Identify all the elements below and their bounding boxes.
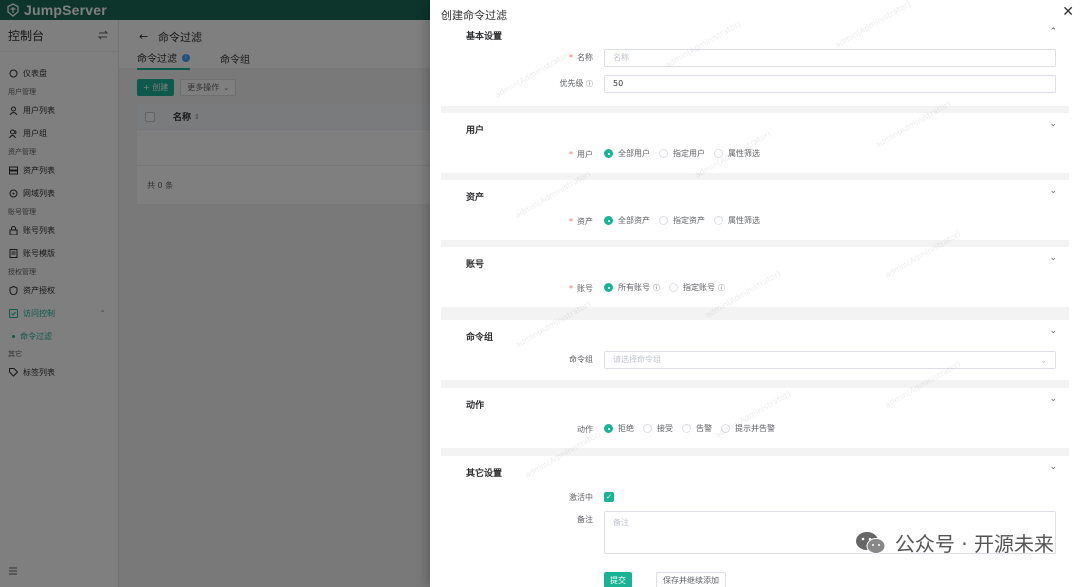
section-asset: 资产 ⌄ * 资产 全部资产 指定资产 属性筛选 (441, 180, 1069, 240)
action-radio-group: 拒绝 接受 告警 提示并告警 (604, 423, 784, 434)
section-user: 用户 ⌄ * 用户 全部用户 指定用户 属性筛选 (441, 113, 1069, 173)
form-row-asset: * 资产 全部资产 指定资产 属性筛选 (441, 213, 1069, 231)
wechat-icon (855, 530, 887, 556)
radio-specific-assets[interactable]: 指定资产 (659, 215, 705, 226)
submit-button[interactable]: 提交 (604, 572, 632, 587)
close-icon[interactable]: ✕ (1062, 4, 1074, 20)
field-label: * 用户 (569, 150, 593, 159)
field-label: * 账号 (569, 284, 593, 293)
form-row-command-group: 命令组 请选择命令组 ⌄ (441, 351, 1069, 369)
help-icon: ⓘ (586, 80, 593, 88)
create-command-filter-drawer: 创建命令过滤 ✕ 基本设置 ⌃ * 名称 名称 优先级 ⓘ 50 用户 ⌄ * 用户… (430, 0, 1080, 587)
field-label: 动作 (577, 425, 593, 434)
form-row-account: * 账号 所有账号 ⓘ 指定账号 ⓘ (441, 280, 1069, 298)
modal-overlay[interactable] (0, 0, 430, 587)
chevron-down-icon: ⌄ (1040, 356, 1047, 365)
chevron-down-icon[interactable]: ⌄ (1049, 186, 1057, 196)
radio-attr-filter-assets[interactable]: 属性筛选 (714, 215, 760, 226)
section-command-group: 命令组 ⌄ 命令组 请选择命令组 ⌄ (441, 320, 1069, 380)
radio-prompt-and-warn[interactable]: 提示并告警 (721, 423, 775, 434)
section-title: 用户 (466, 126, 485, 136)
field-label: 命令组 (569, 355, 593, 364)
wechat-watermark: 公众号 · 开源未来 (855, 528, 1054, 557)
name-input[interactable]: 名称 (604, 49, 1056, 67)
command-group-select[interactable]: 请选择命令组 ⌄ (604, 351, 1056, 369)
drawer-body: 基本设置 ⌃ * 名称 名称 优先级 ⓘ 50 用户 ⌄ * 用户 全部用户 指定用… (441, 26, 1069, 587)
section-title: 账号 (466, 260, 485, 270)
radio-specific-users[interactable]: 指定用户 (659, 148, 705, 159)
section-other: 其它设置 ⌄ 激活中 ✓ 备注 备注 提交 保存并继续添加 (441, 456, 1069, 587)
asset-radio-group: 全部资产 指定资产 属性筛选 (604, 215, 769, 226)
form-row-action: 动作 拒绝 接受 告警 提示并告警 (441, 421, 1069, 439)
drawer-title: 创建命令过滤 (441, 9, 507, 22)
radio-attr-filter-users[interactable]: 属性筛选 (714, 148, 760, 159)
chevron-up-icon[interactable]: ⌃ (1049, 27, 1057, 37)
section-title: 资产 (466, 193, 485, 203)
radio-all-assets[interactable]: 全部资产 (604, 215, 650, 226)
field-label: * 资产 (569, 217, 593, 226)
section-action: 动作 ⌄ 动作 拒绝 接受 告警 提示并告警 (441, 388, 1069, 448)
radio-accept[interactable]: 接受 (643, 423, 673, 434)
help-icon: ⓘ (653, 283, 660, 292)
form-row-user: * 用户 全部用户 指定用户 属性筛选 (441, 146, 1069, 164)
radio-all-accounts[interactable]: 所有账号 ⓘ (604, 282, 660, 293)
chevron-down-icon[interactable]: ⌄ (1049, 119, 1057, 129)
field-label: 备注 (577, 515, 593, 524)
active-checkbox[interactable]: ✓ (604, 492, 614, 502)
section-basic: 基本设置 ⌃ * 名称 名称 优先级 ⓘ 50 (441, 26, 1069, 106)
radio-specific-accounts[interactable]: 指定账号 ⓘ (669, 282, 725, 293)
priority-input[interactable]: 50 (604, 75, 1056, 93)
section-title: 命令组 (466, 333, 494, 343)
account-radio-group: 所有账号 ⓘ 指定账号 ⓘ (604, 282, 734, 293)
save-and-continue-button[interactable]: 保存并继续添加 (656, 572, 726, 587)
chevron-down-icon[interactable]: ⌄ (1049, 253, 1057, 263)
form-row-priority: 优先级 ⓘ 50 (441, 75, 1069, 93)
wechat-account-name: 公众号 · 开源未来 (894, 532, 1054, 556)
select-placeholder: 请选择命令组 (613, 355, 661, 364)
form-row-name: * 名称 名称 (441, 49, 1069, 67)
field-label: * 名称 (569, 53, 593, 62)
field-label: 激活中 (569, 493, 593, 502)
user-radio-group: 全部用户 指定用户 属性筛选 (604, 148, 769, 159)
chevron-down-icon[interactable]: ⌄ (1049, 394, 1057, 404)
radio-all-users[interactable]: 全部用户 (604, 148, 650, 159)
form-row-active: 激活中 ✓ (441, 489, 1069, 507)
field-label: 优先级 ⓘ (559, 79, 593, 88)
chevron-down-icon[interactable]: ⌄ (1049, 462, 1057, 472)
help-icon: ⓘ (718, 283, 725, 292)
section-title: 基本设置 (466, 32, 503, 42)
radio-reject[interactable]: 拒绝 (604, 423, 634, 434)
section-title: 动作 (466, 401, 485, 411)
chevron-down-icon[interactable]: ⌄ (1049, 326, 1057, 336)
section-account: 账号 ⌄ * 账号 所有账号 ⓘ 指定账号 ⓘ (441, 247, 1069, 307)
section-title: 其它设置 (466, 469, 503, 479)
radio-warning[interactable]: 告警 (682, 423, 712, 434)
